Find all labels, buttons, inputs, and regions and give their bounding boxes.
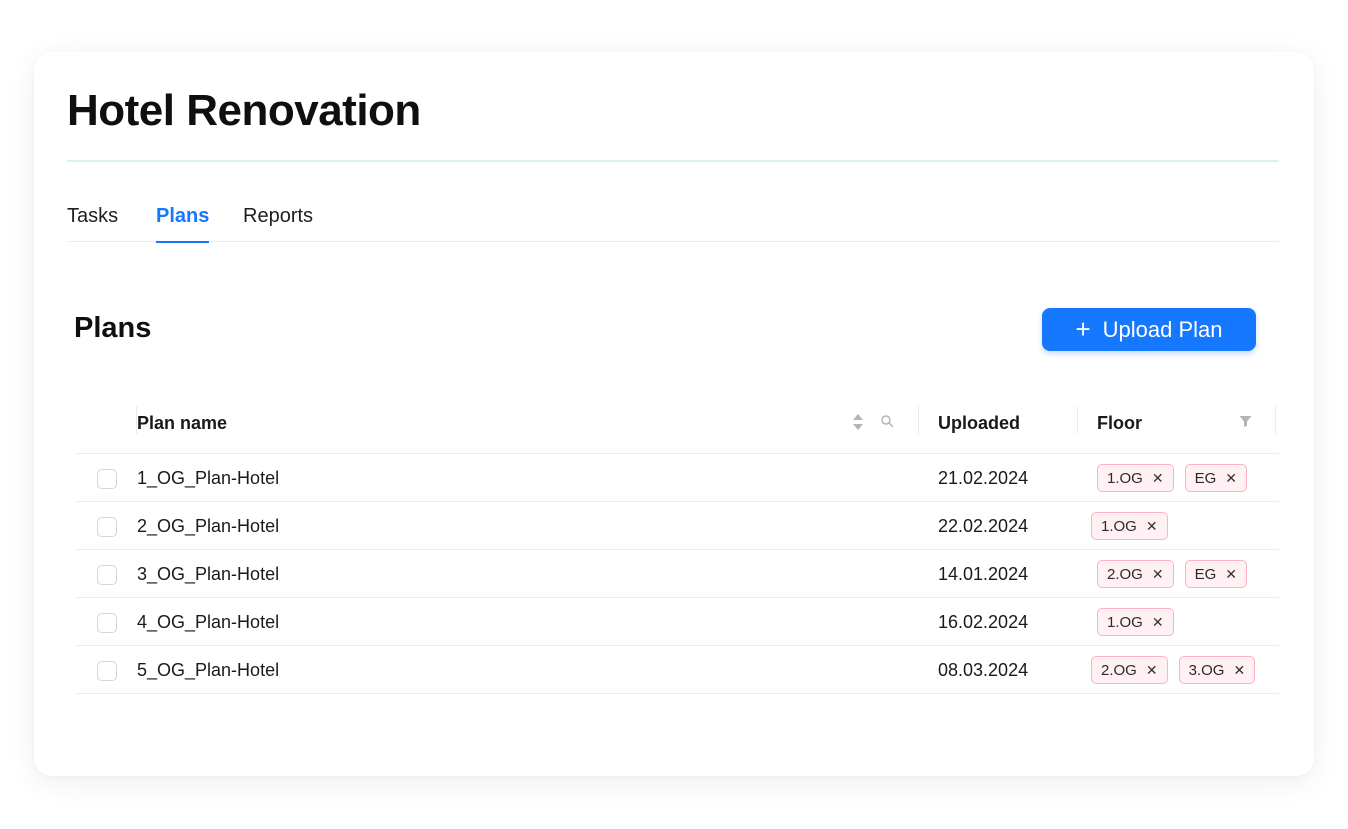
row-checkbox[interactable]	[97, 565, 117, 585]
floor-tag: 2.OG ✕	[1097, 560, 1174, 588]
row-checkbox[interactable]	[97, 469, 117, 489]
floor-tag: 1.OG ✕	[1097, 608, 1174, 636]
plan-name[interactable]: 5_OG_Plan-Hotel	[137, 646, 279, 694]
search-icon[interactable]	[880, 414, 894, 428]
floor-tag-label: 3.OG	[1188, 661, 1225, 679]
uploaded-date: 14.01.2024	[938, 563, 1029, 584]
row-checkbox[interactable]	[97, 517, 117, 537]
floor-tag-label: 2.OG	[1101, 661, 1137, 679]
floor-tags: 2.OG ✕ EG ✕	[1097, 550, 1258, 598]
uploaded-date: 22.02.2024	[938, 515, 1029, 536]
column-divider	[1077, 406, 1078, 434]
floor-tag: 3.OG ✕	[1178, 656, 1256, 684]
column-divider	[1275, 406, 1276, 434]
tab-bar: Tasks Plans Reports	[67, 202, 1279, 243]
page-title: Hotel Renovation	[67, 86, 421, 135]
floor-tags: 1.OG ✕	[1091, 502, 1179, 550]
floor-tag-label: EG	[1194, 469, 1217, 487]
upload-plan-button[interactable]: + Upload Plan	[1042, 308, 1256, 351]
column-header-floor: Floor	[1097, 412, 1142, 433]
close-icon[interactable]: ✕	[1146, 663, 1158, 677]
table-row[interactable]: 4_OG_Plan-Hotel 16.02.2024 1.OG ✕	[75, 598, 1279, 646]
uploaded-date: 16.02.2024	[938, 611, 1029, 632]
table-header: Plan name Uploaded Floor	[75, 392, 1279, 454]
floor-tag-label: 2.OG	[1107, 565, 1143, 583]
table-row[interactable]: 3_OG_Plan-Hotel 14.01.2024 2.OG ✕ EG ✕	[75, 550, 1279, 598]
column-divider	[918, 406, 919, 434]
filter-icon[interactable]	[1239, 415, 1252, 428]
table-row[interactable]: 2_OG_Plan-Hotel 22.02.2024 1.OG ✕	[75, 502, 1279, 550]
section-title: Plans	[74, 312, 152, 344]
title-divider	[67, 160, 1279, 162]
row-checkbox[interactable]	[97, 613, 117, 633]
close-icon[interactable]: ✕	[1152, 567, 1164, 581]
plus-icon: +	[1075, 313, 1091, 344]
tab-reports[interactable]: Reports	[243, 202, 313, 242]
uploaded-date: 08.03.2024	[938, 659, 1029, 680]
floor-tag-label: 1.OG	[1107, 613, 1143, 631]
close-icon[interactable]: ✕	[1146, 519, 1158, 533]
close-icon[interactable]: ✕	[1152, 615, 1164, 629]
floor-tag-label: EG	[1194, 565, 1217, 583]
floor-tag: 2.OG ✕	[1091, 656, 1168, 684]
floor-tag-label: 1.OG	[1107, 469, 1143, 487]
close-icon[interactable]: ✕	[1225, 567, 1237, 581]
project-card: Hotel Renovation Tasks Plans Reports Pla…	[34, 52, 1314, 776]
floor-tags: 1.OG ✕ EG ✕	[1097, 454, 1258, 502]
table-body: 1_OG_Plan-Hotel 21.02.2024 1.OG ✕ EG ✕ 2_OG_Pl…	[75, 454, 1279, 694]
tab-tasks[interactable]: Tasks	[67, 202, 118, 242]
upload-plan-label: Upload Plan	[1102, 316, 1223, 342]
uploaded-date: 21.02.2024	[938, 467, 1029, 488]
close-icon[interactable]: ✕	[1225, 471, 1237, 485]
plan-name[interactable]: 3_OG_Plan-Hotel	[137, 550, 279, 598]
floor-tag: EG ✕	[1184, 560, 1248, 588]
floor-tags: 1.OG ✕	[1097, 598, 1185, 646]
floor-tag-label: 1.OG	[1101, 517, 1137, 535]
plan-name[interactable]: 1_OG_Plan-Hotel	[137, 454, 279, 502]
table-row[interactable]: 5_OG_Plan-Hotel 08.03.2024 2.OG ✕ 3.OG ✕	[75, 646, 1279, 694]
row-checkbox[interactable]	[97, 661, 117, 681]
tab-plans[interactable]: Plans	[156, 202, 210, 243]
column-header-uploaded: Uploaded	[938, 412, 1021, 433]
column-header-plan-name: Plan name	[137, 412, 228, 433]
close-icon[interactable]: ✕	[1233, 663, 1245, 677]
sort-icon[interactable]	[852, 413, 864, 431]
close-icon[interactable]: ✕	[1152, 471, 1164, 485]
table-row[interactable]: 1_OG_Plan-Hotel 21.02.2024 1.OG ✕ EG ✕	[75, 454, 1279, 502]
plan-name[interactable]: 4_OG_Plan-Hotel	[137, 598, 279, 646]
floor-tags: 2.OG ✕ 3.OG ✕	[1091, 646, 1266, 694]
plans-table: Plan name Uploaded Floor 1_OG_Plan-Hotel…	[75, 392, 1279, 694]
floor-tag: 1.OG ✕	[1091, 512, 1168, 540]
floor-tag: EG ✕	[1184, 464, 1248, 492]
floor-tag: 1.OG ✕	[1097, 464, 1174, 492]
plan-name[interactable]: 2_OG_Plan-Hotel	[137, 502, 279, 550]
